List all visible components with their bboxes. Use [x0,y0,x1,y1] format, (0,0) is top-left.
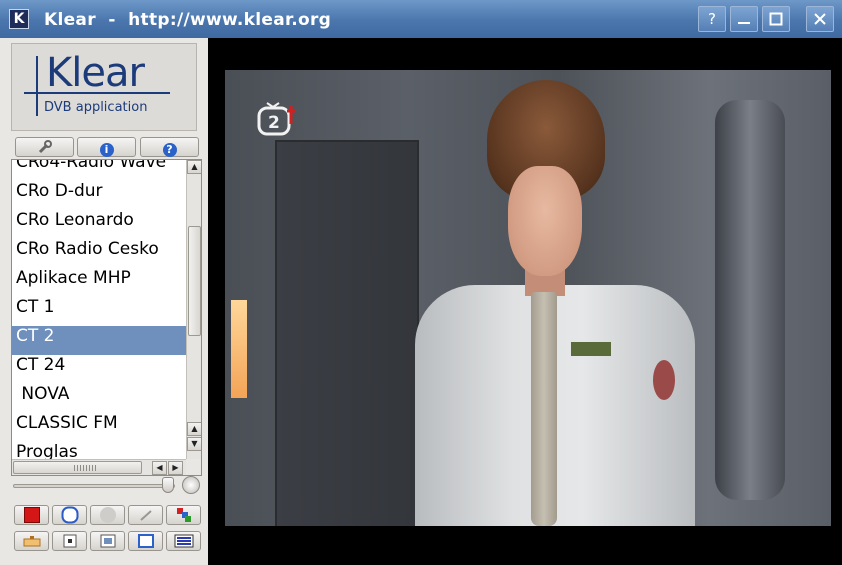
window-title: Klear - http://www.klear.org [44,10,332,30]
vertical-scrollbar[interactable]: ▲ ▲ ▼ [186,160,201,459]
channel-list[interactable]: CRo4-Radio Wave CRo D-dur CRo Leonardo CRo … [11,159,202,476]
channel-item[interactable]: CRo Radio Cesko [12,239,186,268]
channel-items: CRo4-Radio Wave CRo D-dur CRo Leonardo CRo … [12,160,186,471]
channel-scan-button[interactable] [166,505,201,525]
logo-subtitle: DVB application [44,100,148,115]
osd-button[interactable] [14,531,49,551]
timer-icon [61,506,78,524]
mute-button[interactable] [182,476,200,494]
scroll-up-button-lower[interactable]: ▲ [187,422,201,436]
title-bar[interactable]: K Klear - http://www.klear.org ? [0,0,842,38]
horizontal-scroll-thumb[interactable] [13,461,142,474]
video-lamp [231,300,247,398]
video-frame[interactable]: 2 [225,70,831,526]
aspect-button[interactable] [52,531,87,551]
klear-logo: Klear DVB application [11,43,197,131]
channel-item[interactable]: CRo D-dur [12,181,186,210]
scroll-up-button[interactable]: ▲ [187,160,201,174]
scroll-corner [186,459,201,475]
logo-vertical-bar [36,56,38,116]
channel-item[interactable]: Aplikace MHP [12,268,186,297]
close-button[interactable] [806,6,834,32]
minimize-icon [738,22,750,24]
channel-item[interactable]: CT 1 [12,297,186,326]
help-icon: ? [162,143,177,157]
scroll-left-button[interactable]: ◀ [152,461,167,475]
scroll-right-button[interactable]: ▶ [168,461,183,475]
channel-item[interactable]: NOVA [12,384,186,413]
video-door [275,140,419,526]
minimize-button[interactable] [730,6,758,32]
fullscreen-icon [100,534,115,548]
scroll-down-button[interactable]: ▼ [187,437,201,451]
channel-item[interactable]: CT 24 [12,355,186,384]
settings-button[interactable] [15,137,74,157]
help-toolbar-button[interactable]: ? [140,137,199,157]
maximize-icon [769,12,783,26]
horizontal-scrollbar[interactable]: ◀ ▶ [12,459,186,475]
info-icon: i [99,143,114,157]
channel-item[interactable]: CLASSIC FM [12,413,186,442]
video-pipe [715,100,785,500]
channel-item[interactable]: CRo Leonardo [12,210,186,239]
video-display[interactable]: 2 [208,38,842,565]
play-icon [99,507,116,523]
left-panel: Klear DVB application i ? CRo4-Radio Wav… [0,38,208,565]
klear-app-icon[interactable]: K [9,9,29,29]
channel-item[interactable]: CRo4-Radio Wave [12,160,186,181]
logo-word: Klear [46,50,145,96]
record-icon [23,507,40,523]
timer-button[interactable] [52,505,87,525]
video-face [508,166,582,276]
channel-scan-icon [176,508,191,522]
info-button[interactable]: i [77,137,136,157]
klear-window: K Klear - http://www.klear.org ? Klear D… [0,0,842,565]
teletext-icon [174,534,193,548]
eject-icon [139,510,152,521]
fullscreen-button[interactable] [90,531,125,551]
channel-item[interactable]: CT 2 [12,326,186,355]
vertical-scroll-thumb[interactable] [188,226,201,336]
wrench-icon [38,140,52,154]
minimal-mode-icon [137,534,154,548]
aspect-icon [63,534,76,548]
video-badge [571,342,611,356]
play-button[interactable] [90,505,125,525]
eject-button[interactable] [128,505,163,525]
volume-slider-track[interactable] [13,484,175,488]
video-patch [653,360,675,400]
maximize-button[interactable] [762,6,790,32]
svg-text:2: 2 [268,113,280,133]
ct2-channel-logo: 2 [257,102,295,136]
help-button[interactable]: ? [698,6,726,32]
teletext-button[interactable] [166,531,201,551]
osd-icon [23,536,40,547]
video-tie [531,292,557,526]
volume-slider-handle[interactable] [162,477,174,493]
close-icon [814,13,826,25]
minimal-mode-button[interactable] [128,531,163,551]
record-button[interactable] [14,505,49,525]
